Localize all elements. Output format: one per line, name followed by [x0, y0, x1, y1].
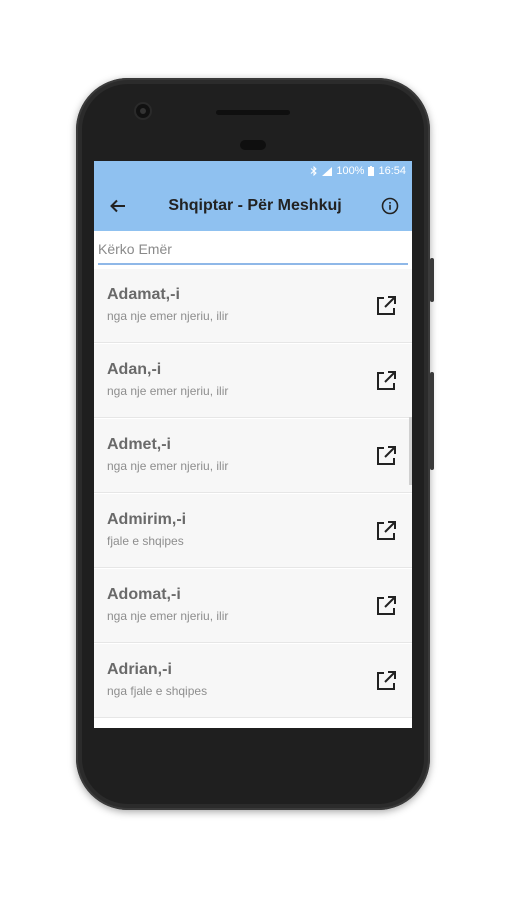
name-description: nga nje emer njeriu, ilir [107, 459, 229, 473]
open-in-new-icon[interactable] [374, 594, 398, 618]
app-bar: Shqiptar - Për Meshkuj [94, 181, 412, 231]
power-button [430, 258, 434, 302]
name-description: nga nje emer njeriu, ilir [107, 384, 229, 398]
open-in-new-icon[interactable] [374, 444, 398, 468]
signal-icon [322, 166, 333, 176]
proximity-sensor [240, 140, 266, 150]
volume-button [430, 372, 434, 470]
list-item[interactable]: Adan,-i nga nje emer njeriu, ilir [94, 344, 412, 418]
page-title: Shqiptar - Për Meshkuj [168, 197, 342, 214]
battery-percent: 100% [336, 165, 365, 177]
open-in-new-icon[interactable] [374, 669, 398, 693]
name-title: Adamat,-i [107, 286, 180, 303]
info-icon [381, 197, 399, 215]
scrollbar[interactable] [409, 417, 412, 485]
status-bar: 100% 16:54 [94, 161, 412, 181]
list-item[interactable]: Adrian,-i nga fjale e shqipes [94, 644, 412, 718]
name-title: Adan,-i [107, 361, 162, 378]
names-list: Adamat,-i nga nje emer njeriu, ilir Adan… [94, 269, 412, 718]
open-in-new-icon[interactable] [374, 294, 398, 318]
front-camera [136, 104, 150, 118]
back-button[interactable] [94, 181, 142, 231]
list-item[interactable]: Admet,-i nga nje emer njeriu, ilir [94, 419, 412, 493]
info-button[interactable] [368, 181, 412, 231]
name-title: Admirim,-i [107, 511, 187, 528]
bluetooth-icon [310, 166, 318, 176]
name-description: nga nje emer njeriu, ilir [107, 309, 229, 323]
arrow-left-icon [110, 199, 125, 213]
name-description: fjale e shqipes [107, 534, 184, 548]
clock: 16:54 [378, 165, 406, 177]
screen: 100% 16:54 Shqiptar - Për Meshkuj Adamat… [94, 161, 412, 728]
open-in-new-icon[interactable] [374, 369, 398, 393]
name-title: Adomat,-i [107, 586, 181, 603]
battery-icon [368, 166, 375, 176]
name-description: nga fjale e shqipes [107, 684, 208, 698]
search-field[interactable] [98, 239, 408, 265]
name-title: Adrian,-i [107, 661, 172, 678]
name-title: Admet,-i [107, 436, 171, 453]
search-input[interactable] [98, 239, 408, 257]
list-item[interactable]: Admirim,-i fjale e shqipes [94, 494, 412, 568]
name-description: nga nje emer njeriu, ilir [107, 609, 229, 623]
open-in-new-icon[interactable] [374, 519, 398, 543]
earpiece-speaker [216, 110, 290, 115]
list-item[interactable]: Adomat,-i nga nje emer njeriu, ilir [94, 569, 412, 643]
list-item[interactable]: Adamat,-i nga nje emer njeriu, ilir [94, 269, 412, 343]
